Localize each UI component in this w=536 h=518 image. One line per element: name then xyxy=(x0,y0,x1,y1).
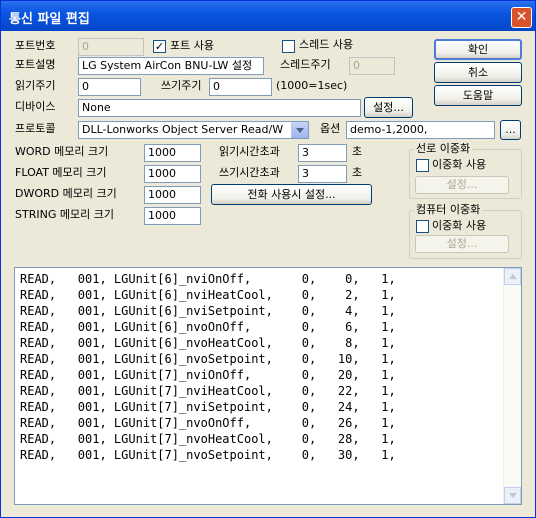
scroll-down-arrow-icon[interactable] xyxy=(504,487,521,504)
port-desc-label: 포트설명 xyxy=(15,58,56,71)
write-timeout-field[interactable]: 3 xyxy=(298,165,347,183)
cycle-unit-note: (1000=1sec) xyxy=(276,79,348,92)
computer-redundancy-settings-button[interactable]: 설정... xyxy=(415,235,509,253)
word-memory-field[interactable]: 1000 xyxy=(144,144,201,162)
list-item: READ, 001, LGUnit[7]_nvoHeatCool, 0, 28,… xyxy=(20,432,396,446)
float-memory-label: FLOAT 메모리 크기 xyxy=(15,166,107,179)
port-desc-field[interactable]: LG System AirCon BNU-LW 설정 xyxy=(78,57,264,75)
list-item: READ, 001, LGUnit[7]_nviOnOff, 0, 20, 1, xyxy=(20,368,396,382)
phone-settings-button[interactable]: 전화 사용시 설정... xyxy=(211,184,372,205)
vertical-scrollbar[interactable] xyxy=(503,268,521,504)
float-memory-field[interactable]: 1000 xyxy=(144,165,201,183)
computer-redundancy-title: 컴퓨터 이중화 xyxy=(414,203,483,217)
cancel-button[interactable]: 취소 xyxy=(434,62,522,83)
option-label: 옵션 xyxy=(320,122,341,135)
line-redundancy-checkbox-label: 이중화 사용 xyxy=(432,158,487,171)
read-timeout-unit: 초 xyxy=(352,145,363,158)
list-item: READ, 001, LGUnit[6]_nvoOnOff, 0, 6, 1, xyxy=(20,320,396,334)
line-redundancy-title: 선로 이중화 xyxy=(414,142,473,156)
list-item: READ, 001, LGUnit[7]_nvoOnOff, 0, 26, 1, xyxy=(20,416,396,430)
line-redundancy-checkbox[interactable] xyxy=(416,159,429,172)
dword-memory-label: DWORD 메모리 크기 xyxy=(15,187,117,200)
tag-list-textarea[interactable]: READ, 001, LGUnit[6]_nviOnOff, 0, 0, 1, … xyxy=(14,267,522,505)
dialog-window: 통신 파일 편집 ✕ 포트번호 0 ✓ 포트 사용 스레드 사용 포트설명 LG… xyxy=(0,0,536,518)
device-field[interactable]: None xyxy=(78,99,361,117)
computer-redundancy-checkbox[interactable] xyxy=(416,220,429,233)
write-timeout-unit: 초 xyxy=(352,166,363,179)
scroll-up-arrow-icon[interactable] xyxy=(504,268,521,285)
computer-redundancy-checkbox-label: 이중화 사용 xyxy=(432,219,487,232)
list-item: READ, 001, LGUnit[6]_nvoSetpoint, 0, 10,… xyxy=(20,352,396,366)
thread-use-label: 스레드 사용 xyxy=(299,38,354,51)
thread-cycle-field[interactable]: 0 xyxy=(349,57,395,75)
read-cycle-label: 읽기주기 xyxy=(15,79,56,92)
title-bar[interactable]: 통신 파일 편집 ✕ xyxy=(1,1,535,31)
read-timeout-label: 읽기시간초과 xyxy=(219,145,280,158)
write-timeout-label: 쓰기시간초과 xyxy=(219,166,280,179)
window-title: 통신 파일 편집 xyxy=(9,12,90,27)
close-button[interactable]: ✕ xyxy=(511,7,532,28)
thread-use-checkbox[interactable] xyxy=(282,40,295,53)
list-item: READ, 001, LGUnit[6]_nvoHeatCool, 0, 8, … xyxy=(20,336,396,350)
write-cycle-field[interactable]: 0 xyxy=(209,78,272,96)
line-redundancy-settings-button[interactable]: 설정... xyxy=(415,176,509,194)
protocol-value: DLL-Lonworks Object Server Read/W xyxy=(82,123,284,136)
device-label: 디바이스 xyxy=(15,100,56,113)
list-item: READ, 001, LGUnit[6]_nviSetpoint, 0, 4, … xyxy=(20,304,396,318)
dword-memory-field[interactable]: 1000 xyxy=(144,186,201,204)
protocol-label: 프로토콜 xyxy=(15,122,56,135)
port-use-checkbox[interactable]: ✓ xyxy=(153,40,166,53)
thread-cycle-label: 스레드주기 xyxy=(280,58,331,71)
help-button[interactable]: 도움말 xyxy=(434,85,522,106)
list-item: READ, 001, LGUnit[7]_nvoSetpoint, 0, 30,… xyxy=(20,448,396,462)
option-browse-button[interactable]: ... xyxy=(500,120,521,140)
read-timeout-field[interactable]: 3 xyxy=(298,144,347,162)
string-memory-field[interactable]: 1000 xyxy=(144,207,201,225)
word-memory-label: WORD 메모리 크기 xyxy=(15,145,109,158)
option-field[interactable]: demo-1,2000, xyxy=(346,121,495,139)
string-memory-label: STRING 메모리 크기 xyxy=(15,208,114,221)
list-item: READ, 001, LGUnit[7]_nviHeatCool, 0, 22,… xyxy=(20,384,396,398)
list-item: READ, 001, LGUnit[6]_nviHeatCool, 0, 2, … xyxy=(20,288,396,302)
list-item: READ, 001, LGUnit[7]_nviSetpoint, 0, 24,… xyxy=(20,400,396,414)
ok-button[interactable]: 확인 xyxy=(434,39,522,60)
port-no-field[interactable]: 0 xyxy=(78,38,144,56)
write-cycle-label: 쓰기주기 xyxy=(161,79,202,92)
read-cycle-field[interactable]: 0 xyxy=(78,78,141,96)
chevron-down-icon[interactable] xyxy=(291,122,308,138)
list-item: READ, 001, LGUnit[6]_nviOnOff, 0, 0, 1, xyxy=(20,272,396,286)
port-use-label: 포트 사용 xyxy=(170,39,214,52)
port-no-label: 포트번호 xyxy=(15,39,56,52)
device-settings-button[interactable]: 설정... xyxy=(364,97,413,118)
protocol-select[interactable]: DLL-Lonworks Object Server Read/W xyxy=(78,121,309,139)
